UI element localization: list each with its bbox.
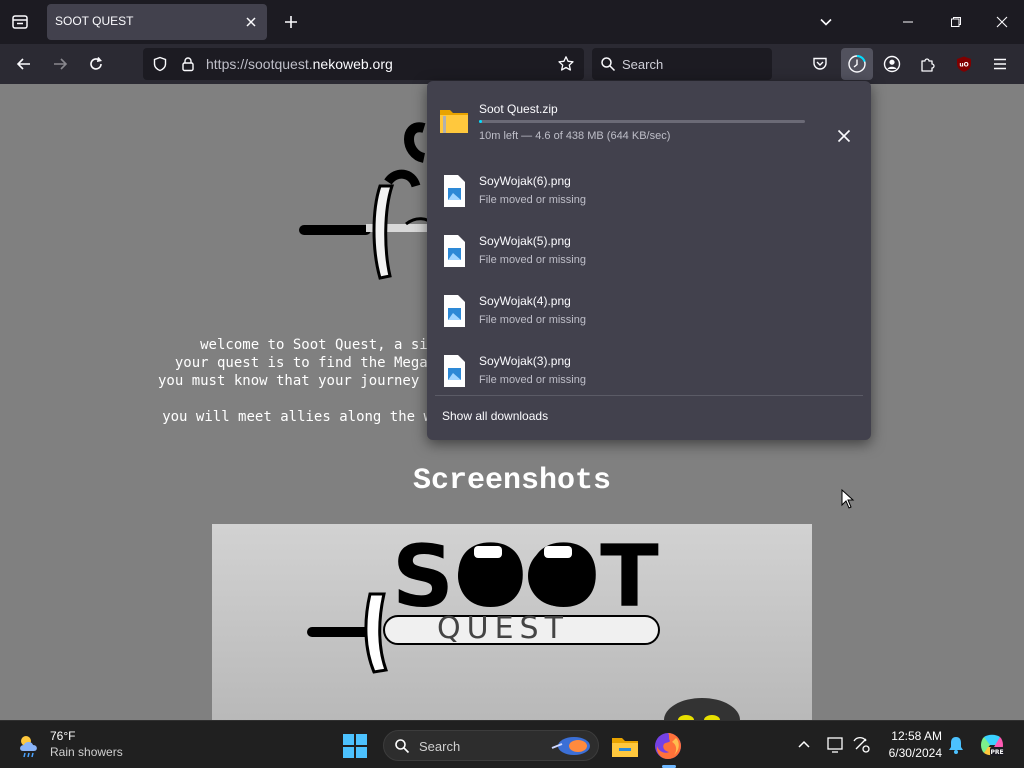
downloads-panel: Soot Quest.zip 10m left — 4.6 of 438 MB … [427,81,871,440]
chevron-down-icon[interactable] [812,8,840,36]
download-item[interactable]: SoyWojak(5).png File moved or missing [427,228,871,284]
taskbar-search-box[interactable]: Search [383,730,599,761]
hamburger-menu-icon[interactable] [988,52,1012,76]
firefox-icon[interactable] [652,730,684,762]
url-prefix: https://sootquest. [206,56,313,72]
download-filename: SoyWojak(5).png [479,234,571,248]
download-status: File moved or missing [479,254,586,266]
download-item[interactable]: SoyWojak(4).png File moved or missing [427,288,871,344]
forward-arrow-icon[interactable] [46,50,74,78]
download-filename: SoyWojak(6).png [479,174,571,188]
search-highlight-icon [551,737,590,755]
navigation-toolbar: https://sootquest.nekoweb.org Search uO [0,44,1024,84]
svg-text:PRE: PRE [990,749,1003,756]
downloads-button[interactable] [841,48,873,80]
download-status: File moved or missing [479,194,586,206]
weather-description: Rain showers [50,745,123,759]
clock-time[interactable]: 12:58 AM [882,729,942,743]
tab-soot-quest[interactable]: SOOT QUEST [47,4,267,40]
taskbar-search-label: Search [419,739,461,754]
tab-title: SOOT QUEST [55,14,134,28]
cancel-download-icon[interactable] [832,124,856,148]
screenshot-image: SOOT QUEST [212,524,812,720]
image-file-icon [444,295,465,327]
system-tray-icons[interactable] [792,733,882,757]
show-all-downloads-link[interactable]: Show all downloads [442,409,548,423]
firefox-view-icon[interactable] [6,8,34,36]
download-status: File moved or missing [479,314,586,326]
clock-date[interactable]: 6/30/2024 [882,746,942,760]
close-tab-icon[interactable] [243,14,259,30]
screenshots-heading: Screenshots [412,464,612,498]
extensions-puzzle-icon[interactable] [916,52,940,76]
screenshot-logo-subtitle: QUEST [437,611,569,646]
download-filename: SoyWojak(3).png [479,354,571,368]
tab-strip: SOOT QUEST [0,0,1024,44]
search-placeholder: Search [622,57,664,72]
mouse-cursor [841,489,855,509]
svg-text:uO: uO [959,62,968,69]
pocket-icon[interactable] [808,52,832,76]
soot-quest-logo [299,122,436,280]
windows-taskbar: 76°F Rain showers Search 12:58 AM 6/30/2… [0,720,1024,768]
image-file-icon [444,175,465,207]
search-bar[interactable] [592,48,772,80]
file-explorer-icon[interactable] [610,731,640,761]
lock-icon[interactable] [178,54,198,74]
download-item-active[interactable]: Soot Quest.zip 10m left — 4.6 of 438 MB … [427,96,871,152]
download-item[interactable]: SoyWojak(6).png File moved or missing [427,168,871,224]
new-tab-icon[interactable] [277,8,305,36]
image-file-icon [444,355,465,387]
shield-icon[interactable] [150,54,170,74]
zip-folder-icon [440,110,468,133]
download-progress-bar [479,120,805,123]
url-text[interactable]: https://sootquest.nekoweb.org [206,56,393,72]
download-status: 10m left — 4.6 of 438 MB (644 KB/sec) [479,130,671,142]
reload-icon[interactable] [82,50,110,78]
search-icon [395,739,410,754]
notification-bell-icon[interactable] [946,735,966,755]
divider [435,395,863,396]
download-filename: Soot Quest.zip [479,102,558,116]
restore-icon[interactable] [940,8,972,36]
image-file-icon [444,235,465,267]
back-arrow-icon[interactable] [10,50,38,78]
weather-widget[interactable]: 76°F Rain showers [14,727,154,763]
ublock-origin-icon[interactable]: uO [952,52,976,76]
download-progress-icon [848,55,866,73]
windows-start-icon[interactable] [342,733,368,759]
bookmark-star-icon[interactable] [554,52,578,76]
weather-temperature: 76°F [50,729,76,743]
close-window-icon[interactable] [986,8,1018,36]
screenshot-logo-art: SOOT QUEST [307,527,740,720]
url-host: nekoweb.org [312,56,393,72]
download-progress-fill [479,120,483,123]
account-icon[interactable] [880,52,904,76]
rain-cloud-icon [20,736,37,758]
search-icon [598,54,618,74]
copilot-icon[interactable]: PRE [978,731,1006,759]
download-filename: SoyWojak(4).png [479,294,571,308]
minimize-icon[interactable] [892,8,924,36]
download-status: File moved or missing [479,374,586,386]
